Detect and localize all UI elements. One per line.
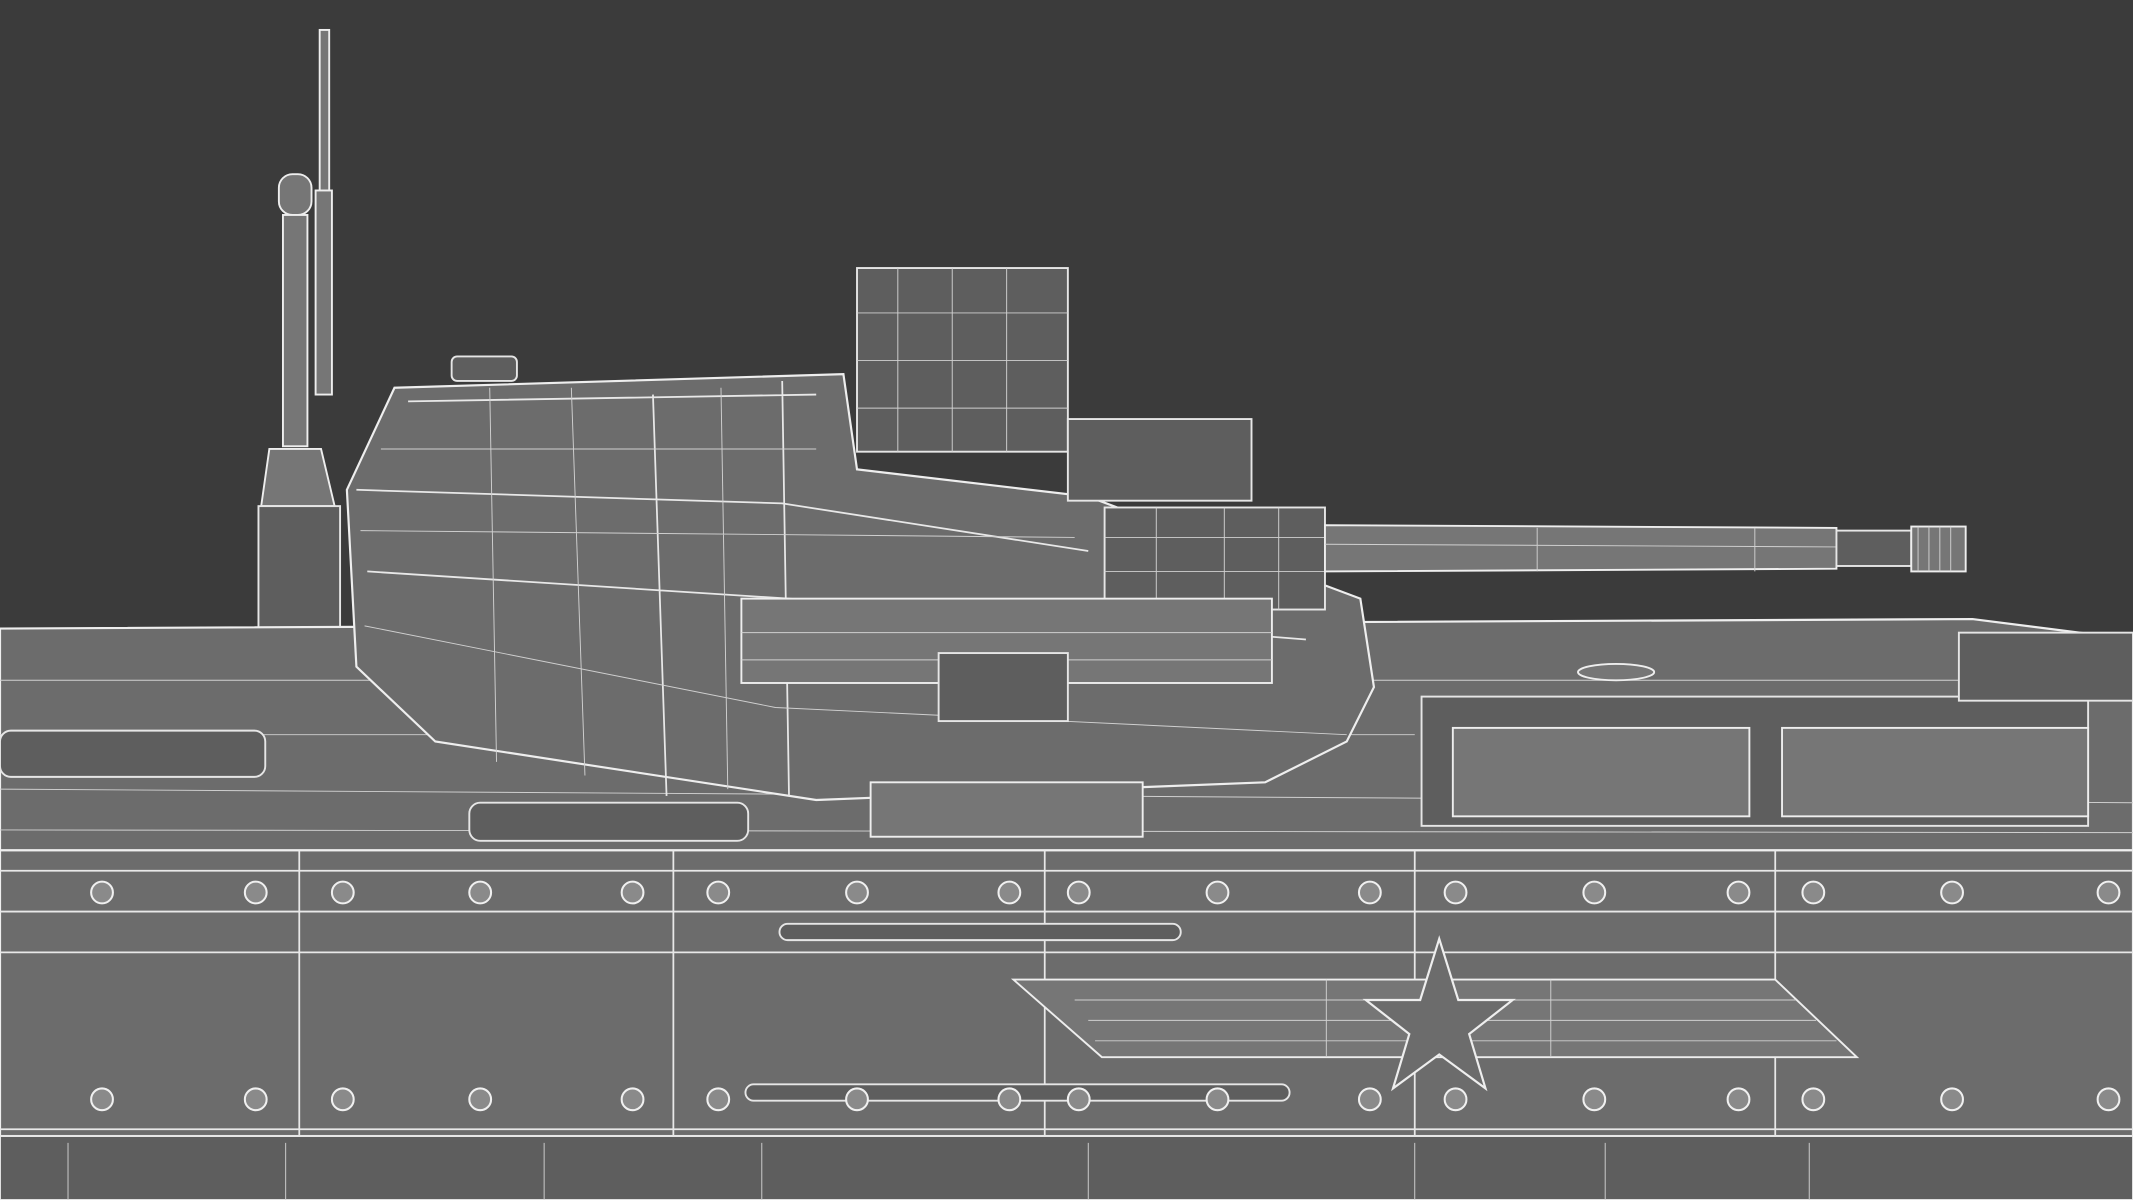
bolt [1726,880,1751,905]
bolt [1801,880,1826,905]
bolt [1443,880,1468,905]
bolt [1801,1087,1826,1112]
bolt [1205,1087,1230,1112]
bolt [1940,880,1964,905]
bolt [620,1087,645,1112]
hull-side [0,849,2133,1200]
bolt [1940,1087,1964,1112]
bolt [1066,880,1091,905]
bolt [620,880,645,905]
bolt [997,880,1022,905]
bolt [1357,1087,1382,1112]
bolt [90,1087,114,1112]
bolt [1582,1087,1607,1112]
bolt [1726,1087,1751,1112]
bolt [1066,1087,1091,1112]
bolt [1582,880,1607,905]
bolt [468,880,493,905]
bolt [2096,1087,2121,1112]
tank-render [0,0,2133,1200]
bolt [1443,1087,1468,1112]
bolt [330,880,355,905]
bolt [2096,880,2121,905]
bolt [468,1087,493,1112]
bolt [243,1087,268,1112]
main-gun [1324,524,1967,573]
bolt [845,1087,869,1112]
bolt [1357,880,1382,905]
bolt [1205,880,1230,905]
bolt [330,1087,355,1112]
bolt [706,1087,731,1112]
bolt [845,880,869,905]
bolt [90,880,114,905]
bolt [706,880,731,905]
bolt [243,880,268,905]
bolt [997,1087,1022,1112]
